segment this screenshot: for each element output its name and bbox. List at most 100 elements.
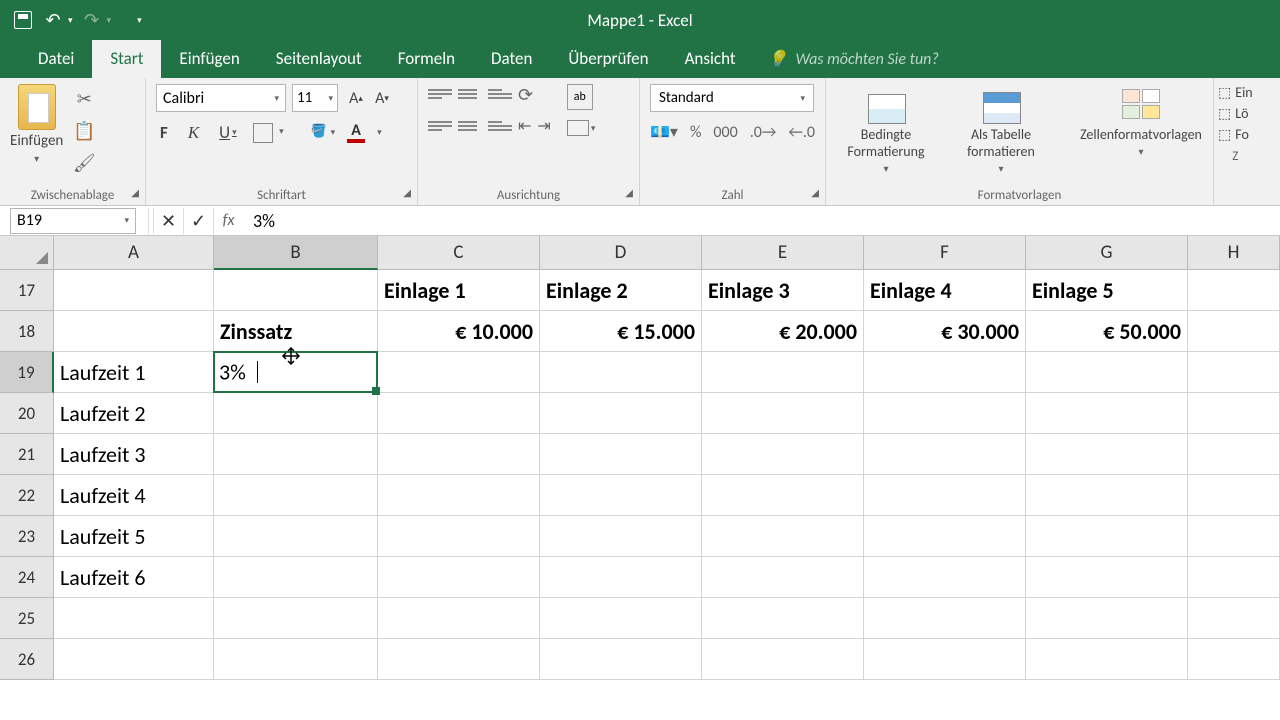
cell-g25[interactable] (1026, 598, 1188, 639)
select-all-corner[interactable] (0, 236, 54, 270)
cell-e19[interactable] (702, 352, 864, 393)
accounting-format-button[interactable]: 💶▾ (650, 122, 678, 142)
cell-a18[interactable] (54, 311, 214, 352)
cell-h20[interactable] (1188, 393, 1280, 434)
column-header-c[interactable]: C (378, 236, 540, 270)
chevron-down-icon[interactable]: ▾ (377, 127, 382, 138)
cell-g22[interactable] (1026, 475, 1188, 516)
align-middle-button[interactable] (458, 84, 482, 104)
insert-cells-button[interactable]: ⬚ Ein (1218, 84, 1253, 101)
fill-color-button[interactable]: ▾ (311, 124, 336, 142)
percent-button[interactable]: % (690, 123, 701, 142)
cell-f26[interactable] (864, 639, 1026, 680)
cell-b20[interactable] (214, 393, 378, 434)
cell-b19[interactable] (214, 352, 378, 393)
decrease-decimal-button[interactable]: ←.0 (788, 123, 815, 142)
cell-c22[interactable] (378, 475, 540, 516)
cell-c25[interactable] (378, 598, 540, 639)
cell-g19[interactable] (1026, 352, 1188, 393)
cell-f19[interactable] (864, 352, 1026, 393)
row-header-22[interactable]: 22 (0, 475, 54, 516)
cell-f20[interactable] (864, 393, 1026, 434)
align-left-button[interactable] (428, 116, 452, 136)
cell-h26[interactable] (1188, 639, 1280, 680)
cell-g17[interactable]: Einlage 5 (1026, 270, 1188, 311)
cell-b26[interactable] (214, 639, 378, 680)
decrease-indent-button[interactable]: ⇤ (518, 116, 531, 136)
cell-a24[interactable]: Laufzeit 6 (54, 557, 214, 598)
italic-button[interactable]: K (184, 123, 203, 143)
cell-h17[interactable] (1188, 270, 1280, 311)
column-header-g[interactable]: G (1026, 236, 1188, 270)
cell-f21[interactable] (864, 434, 1026, 475)
tab-start[interactable]: Start (92, 39, 161, 78)
cell-e25[interactable] (702, 598, 864, 639)
delete-cells-button[interactable]: ⬚ Lö (1218, 105, 1253, 122)
cancel-edit-button[interactable]: ✕ (153, 208, 183, 234)
column-header-d[interactable]: D (540, 236, 702, 270)
paste-button[interactable]: Einfügen ▾ (10, 84, 63, 176)
cell-d24[interactable] (540, 557, 702, 598)
row-header-23[interactable]: 23 (0, 516, 54, 557)
copy-button[interactable]: 📋 (71, 118, 97, 144)
cell-a19[interactable]: Laufzeit 1 (54, 352, 214, 393)
cell-c18[interactable]: € 10.000 (378, 311, 540, 352)
font-color-button[interactable]: A (347, 123, 365, 143)
cell-d19[interactable] (540, 352, 702, 393)
cell-c23[interactable] (378, 516, 540, 557)
cell-f22[interactable] (864, 475, 1026, 516)
orientation-button[interactable]: ⟳ (518, 84, 533, 106)
format-painter-button[interactable]: 🖌 (71, 150, 97, 176)
row-header-20[interactable]: 20 (0, 393, 54, 434)
grow-font-button[interactable]: A▴ (344, 85, 368, 111)
row-header-25[interactable]: 25 (0, 598, 54, 639)
column-header-b[interactable]: B (214, 236, 378, 270)
row-header-18[interactable]: 18 (0, 311, 54, 352)
cell-e21[interactable] (702, 434, 864, 475)
cell-b17[interactable] (214, 270, 378, 311)
cell-e26[interactable] (702, 639, 864, 680)
confirm-edit-button[interactable]: ✓ (183, 208, 213, 234)
cell-d25[interactable] (540, 598, 702, 639)
cell-g18[interactable]: € 50.000 (1026, 311, 1188, 352)
tab-file[interactable]: Datei (20, 39, 92, 78)
tell-me-search[interactable]: 💡 Was möchten Sie tun? (754, 40, 953, 78)
redo-dropdown[interactable]: ▾ (107, 15, 112, 26)
cell-g21[interactable] (1026, 434, 1188, 475)
cell-f25[interactable] (864, 598, 1026, 639)
align-right-button[interactable] (488, 116, 512, 136)
cell-d17[interactable]: Einlage 2 (540, 270, 702, 311)
cell-h18[interactable] (1188, 311, 1280, 352)
tab-ansicht[interactable]: Ansicht (667, 39, 754, 78)
row-header-26[interactable]: 26 (0, 639, 54, 680)
cell-e20[interactable] (702, 393, 864, 434)
tab-seitenlayout[interactable]: Seitenlayout (258, 39, 380, 78)
cell-d22[interactable] (540, 475, 702, 516)
cell-b23[interactable] (214, 516, 378, 557)
font-dialog-launcher[interactable]: ◢ (403, 186, 411, 199)
font-size-select[interactable]: 11 ▾ (292, 84, 338, 112)
cell-e22[interactable] (702, 475, 864, 516)
cell-f18[interactable]: € 30.000 (864, 311, 1026, 352)
font-name-select[interactable]: Calibri ▾ (156, 84, 286, 112)
cell-b25[interactable] (214, 598, 378, 639)
cell-a22[interactable]: Laufzeit 4 (54, 475, 214, 516)
save-button[interactable] (12, 9, 34, 31)
cell-h24[interactable] (1188, 557, 1280, 598)
undo-dropdown[interactable]: ▾ (68, 15, 73, 26)
name-box[interactable]: B19 ▾ (10, 208, 136, 234)
cell-d20[interactable] (540, 393, 702, 434)
cell-d21[interactable] (540, 434, 702, 475)
cell-g20[interactable] (1026, 393, 1188, 434)
cell-h23[interactable] (1188, 516, 1280, 557)
cell-b24[interactable] (214, 557, 378, 598)
cell-c20[interactable] (378, 393, 540, 434)
column-header-h[interactable]: H (1188, 236, 1280, 270)
format-cells-button[interactable]: ⬚ Fo (1218, 126, 1253, 143)
cell-c24[interactable] (378, 557, 540, 598)
align-top-button[interactable] (428, 84, 452, 104)
cell-b21[interactable] (214, 434, 378, 475)
shrink-font-button[interactable]: A▾ (370, 85, 394, 111)
wrap-text-button[interactable]: ab (567, 84, 593, 110)
cell-c17[interactable]: Einlage 1 (378, 270, 540, 311)
